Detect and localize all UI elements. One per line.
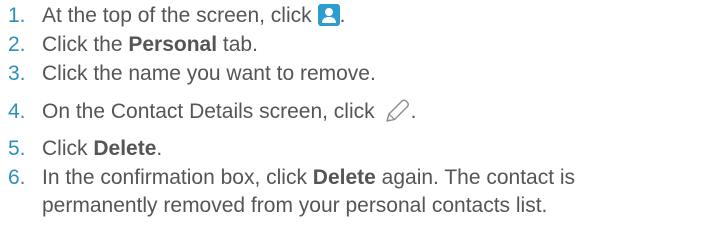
step-text: Click the Personal tab. [42,31,258,59]
step-1: 1. At the top of the screen, click. [8,2,721,30]
step-text-before: Click the [42,33,129,56]
step-number: 4. [8,100,26,123]
contacts-person-icon [317,4,340,26]
delete-label: Delete [93,137,157,160]
step-number: 6. [8,166,26,189]
step-text-before: At the top of the screen, click [42,4,312,27]
step-4: 4. On the Contact Details screen, click. [8,98,721,126]
edit-pencil-icon [381,98,411,124]
step-text-after: again. The contact is [375,166,576,189]
step-text-before: On the Contact Details screen, click [42,100,375,123]
step-text-after: . [339,4,346,27]
step-text-after: tab. [217,33,258,56]
step-text-after: . [410,100,417,123]
step-6: 6. In the confirmation box, click Delete… [8,164,721,220]
step-text: At the top of the screen, click. [42,2,345,30]
step-text-after: . [156,137,163,160]
step-text-line2: permanently removed from your personal c… [42,194,548,217]
step-number: 5. [8,137,26,160]
delete-label: Delete [312,166,376,189]
step-text: On the Contact Details screen, click. [42,98,416,126]
step-number: 2. [8,33,26,56]
step-text-before: In the confirmation box, click [42,166,313,189]
step-3: 3. Click the name you want to remove. [8,60,721,88]
step-text: Click Delete. [42,135,162,163]
step-2: 2. Click the Personal tab. [8,31,721,59]
step-text: Click the name you want to remove. [42,62,376,85]
step-5: 5. Click Delete. [8,135,721,163]
step-number: 3. [8,62,26,85]
step-text-before: Click [42,137,94,160]
step-text: In the confirmation box, click Delete ag… [42,164,575,220]
step-number: 1. [8,4,26,27]
instruction-steps: 1. At the top of the screen, click. 2. C… [0,0,721,245]
personal-tab-label: Personal [128,33,218,56]
